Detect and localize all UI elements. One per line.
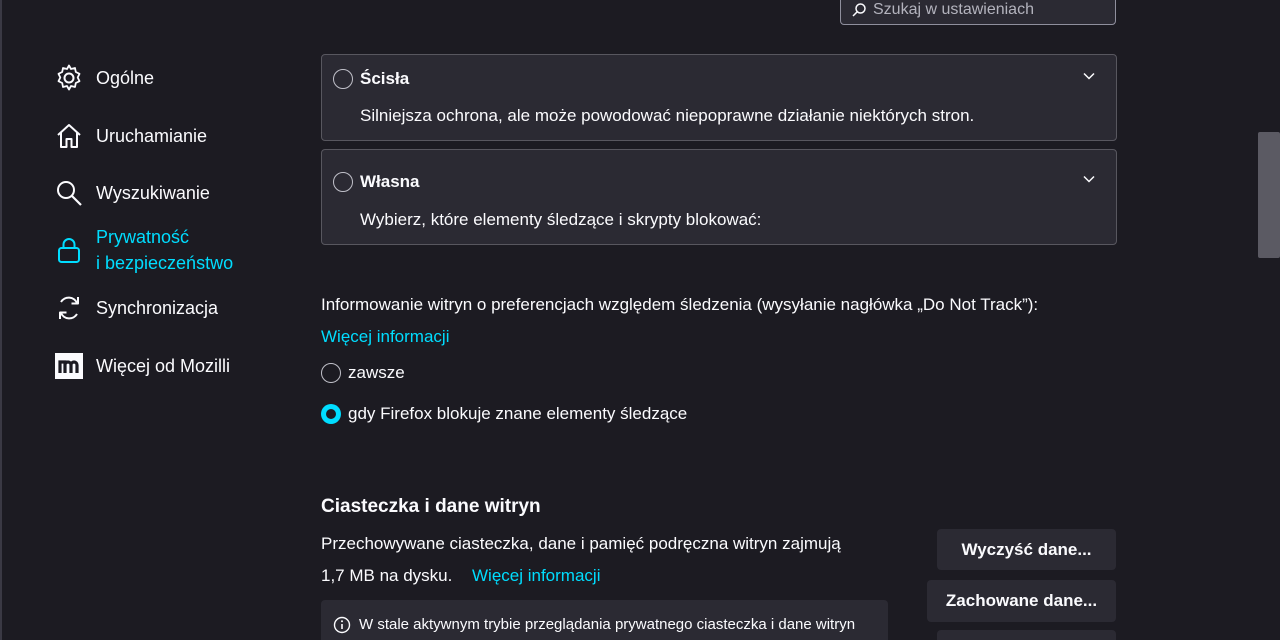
manage-exceptions-button[interactable] <box>937 630 1116 640</box>
sidebar-item-label-line2: i bezpieczeństwo <box>96 253 234 273</box>
search-icon <box>852 2 866 17</box>
sidebar-item-label: Uruchamianie <box>96 125 208 146</box>
private-mode-info-text: W stale aktywnym trybie przeglądania pry… <box>359 616 856 633</box>
cookies-usage-text: Przechowywane ciasteczka, dane i pamięć … <box>321 534 841 553</box>
private-mode-info-box: W stale aktywnym trybie przeglądania pry… <box>321 600 888 640</box>
cookies-heading: Ciasteczka i dane witryn <box>321 496 541 517</box>
strict-radio[interactable] <box>333 69 353 89</box>
chevron-down-icon[interactable] <box>1082 172 1096 186</box>
gear-icon <box>57 64 81 91</box>
dnt-always-label: zawsze <box>348 363 405 382</box>
tracking-option-custom-card[interactable]: Własna Wybierz, które elementy śledzące … <box>321 149 1117 245</box>
sidebar-item-label: Ogólne <box>96 67 155 88</box>
settings-search-box[interactable] <box>840 0 1116 25</box>
sidebar-item-general[interactable]: Ogólne <box>54 63 154 93</box>
sync-icon <box>59 296 79 320</box>
sidebar-item-label: Więcej od Mozilli <box>96 355 231 376</box>
strict-title: Ścisła <box>360 69 410 88</box>
home-icon <box>57 124 81 148</box>
dnt-more-info-link[interactable]: Więcej informacji <box>321 327 449 347</box>
custom-title: Własna <box>360 172 420 191</box>
dnt-when-blocking-label: gdy Firefox blokuje znane elementy śledz… <box>348 404 688 423</box>
sidebar-item-more-mozilla[interactable]: Więcej od Mozilli <box>54 351 230 381</box>
sidebar-item-label: Synchronizacja <box>96 297 219 318</box>
clear-data-button[interactable]: Wyczyść dane... <box>937 529 1116 570</box>
sidebar-item-sync[interactable]: Synchronizacja <box>54 293 218 323</box>
dnt-description: Informowanie witryn o preferencjach wzgl… <box>321 295 1039 314</box>
sidebar-item-label-line1: Prywatność <box>96 227 190 247</box>
search-icon <box>57 181 82 206</box>
custom-description: Wybierz, które elementy śledzące i skryp… <box>360 210 762 229</box>
saved-data-button[interactable]: Zachowane dane... <box>927 580 1116 622</box>
sidebar-item-search[interactable]: Wyszukiwanie <box>54 178 210 208</box>
custom-radio[interactable] <box>333 172 353 192</box>
cookies-size-text: 1,7 MB na dysku. <box>321 566 453 585</box>
dnt-always-radio[interactable] <box>321 363 341 383</box>
window-border <box>0 0 2 640</box>
sidebar-item-label: Prywatność i bezpieczeństwo <box>96 224 233 276</box>
strict-description: Silniejsza ochrona, ale może powodować n… <box>360 106 975 125</box>
sidebar-item-label: Wyszukiwanie <box>96 182 210 203</box>
tracking-option-strict-card[interactable]: Ścisła Silniejsza ochrona, ale może powo… <box>321 54 1117 141</box>
lock-icon <box>58 238 80 263</box>
info-icon <box>333 616 351 634</box>
scrollbar-thumb[interactable] <box>1258 132 1280 258</box>
sidebar-item-startup[interactable]: Uruchamianie <box>54 121 207 151</box>
cookies-more-info-link[interactable]: Więcej informacji <box>472 566 600 586</box>
sidebar-item-privacy[interactable]: Prywatność i bezpieczeństwo <box>54 224 233 276</box>
dnt-when-blocking-radio[interactable] <box>321 404 341 424</box>
mozilla-icon <box>55 353 83 379</box>
chevron-down-icon[interactable] <box>1082 69 1096 83</box>
search-input[interactable] <box>873 0 1103 19</box>
